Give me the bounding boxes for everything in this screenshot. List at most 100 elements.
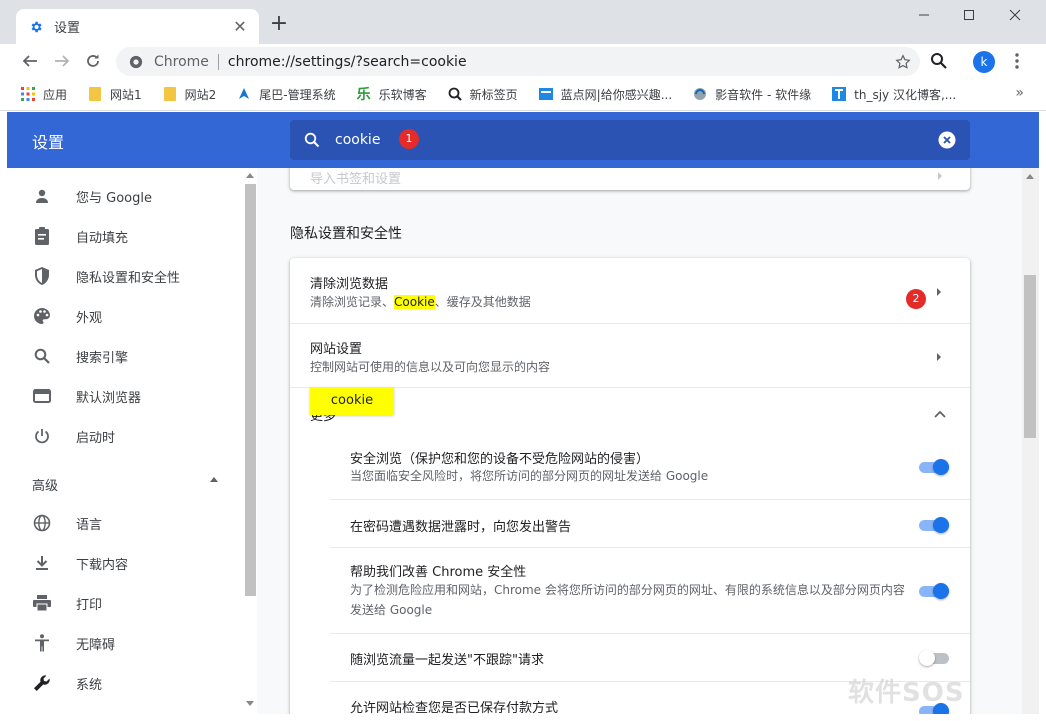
browser-icon <box>31 385 53 407</box>
window-border-left <box>0 111 7 721</box>
sidebar-item-privacy[interactable]: 隐私设置和安全性 <box>7 256 243 296</box>
clear-search-icon[interactable] <box>938 131 956 149</box>
reload-button[interactable] <box>80 48 106 74</box>
sidebar-item-label: 系统 <box>76 677 103 693</box>
sidebar-item-label: 下载内容 <box>76 557 129 573</box>
bookmark-site-landian[interactable]: 蓝点网|给你感兴趣... <box>538 86 672 103</box>
palette-icon <box>31 305 53 327</box>
menu-kebab-icon[interactable] <box>1004 48 1030 74</box>
row-title: 网站设置 <box>310 342 363 357</box>
sidebar-item-default-browser[interactable]: 默认浏览器 <box>7 376 243 416</box>
bookmark-folder-2[interactable]: 网站2 <box>162 86 217 103</box>
subrow-password-leak: 在密码遭遇数据泄露时，向您发出警告 <box>330 500 970 548</box>
row-site-settings[interactable]: 网站设置 控制网站可使用的信息以及可向您显示的内容 <box>290 324 970 388</box>
zoom-search-icon[interactable] <box>926 48 952 74</box>
bookmark-site-weiba[interactable]: 尾巴-管理系统 <box>236 86 336 103</box>
download-icon <box>31 552 53 574</box>
sidebar-item-appearance[interactable]: 外观 <box>7 296 243 336</box>
sidebar-item-languages[interactable]: 语言 <box>7 503 243 543</box>
sidebar-scrollbar[interactable] <box>243 168 257 714</box>
scroll-up-arrow-icon[interactable] <box>1026 174 1034 179</box>
sidebar-item-label: 语言 <box>76 517 103 533</box>
sidebar-item-label: 打印 <box>76 597 103 613</box>
toggle-knob <box>919 650 935 666</box>
browser-toolbar: Chrome chrome://settings/?search=cookie … <box>0 44 1046 78</box>
bookmark-site-leruan[interactable]: 乐 乐软博客 <box>356 86 427 103</box>
site-icon <box>692 86 708 102</box>
toggle-improve-security[interactable] <box>919 583 949 599</box>
chevron-right-icon <box>936 170 944 185</box>
bookmark-apps[interactable]: 应用 <box>20 86 67 103</box>
address-bar[interactable]: Chrome chrome://settings/?search=cookie <box>116 47 920 76</box>
sidebar-advanced-label: 高级 <box>32 479 59 494</box>
watermark: 软件SOS <box>848 678 965 708</box>
scheme-chip: Chrome <box>154 53 209 70</box>
sidebar-item-label: 搜索引擎 <box>76 350 129 366</box>
maximize-icon[interactable] <box>949 4 989 26</box>
bookmark-label: 网站1 <box>110 87 142 102</box>
row-title: 在密码遭遇数据泄露时，向您发出警告 <box>350 520 572 535</box>
main-scrollbar[interactable] <box>1022 168 1039 714</box>
sidebar-item-label: 无障碍 <box>76 637 116 653</box>
bookmark-label: 尾巴-管理系统 <box>259 87 336 102</box>
minimize-icon[interactable] <box>904 4 944 26</box>
settings-sidebar: 您与 Google 自动填充 隐私设置和安全性 外观 搜索引擎 默认浏览器 启动… <box>7 168 257 714</box>
site-icon <box>538 86 554 102</box>
bookmark-folder-1[interactable]: 网站1 <box>87 86 142 103</box>
window-border-bottom <box>0 714 1046 721</box>
row-subtitle: 清除浏览记录、Cookie、缓存及其他数据 <box>310 293 531 310</box>
settings-header: 设置 cookie 1 <box>7 112 1039 168</box>
sidebar-item-search-engine[interactable]: 搜索引擎 <box>7 336 243 376</box>
close-icon[interactable] <box>995 4 1035 26</box>
sidebar-item-label: 默认浏览器 <box>76 390 142 406</box>
sidebar-item-you-and-google[interactable]: 您与 Google <box>7 176 243 216</box>
bookmark-site-thsjy[interactable]: th_sjy 汉化博客,... <box>831 86 956 103</box>
back-button[interactable] <box>17 48 43 74</box>
caret-up-icon <box>210 477 218 482</box>
tab-close-icon[interactable]: ✕ <box>231 17 249 36</box>
site-icon: 乐 <box>356 87 371 103</box>
printer-icon <box>31 592 53 614</box>
toggle-do-not-track[interactable] <box>919 650 949 666</box>
sidebar-item-accessibility[interactable]: 无障碍 <box>7 623 243 663</box>
tab-settings[interactable]: 设置 ✕ <box>16 9 259 44</box>
search-icon <box>447 86 463 102</box>
toggle-password-leak[interactable] <box>919 517 949 533</box>
url-text[interactable]: chrome://settings/?search=cookie <box>228 54 890 70</box>
bookmark-site-yingyin[interactable]: 影音软件 - 软件缘 <box>692 86 811 103</box>
search-bubble: cookie <box>310 387 394 415</box>
tab-title: 设置 <box>54 21 81 36</box>
main-scroll-thumb[interactable] <box>1024 275 1036 438</box>
card-import[interactable]: 导入书签和设置 <box>290 168 970 190</box>
row-clear-browsing-data[interactable]: 清除浏览数据 清除浏览记录、Cookie、缓存及其他数据 2 <box>290 258 970 324</box>
bookmarks-overflow-icon[interactable]: » <box>1015 85 1024 101</box>
sidebar-item-system[interactable]: 系统 <box>7 663 243 703</box>
row-title: 允许网站检查您是否已保存付款方式 <box>350 701 559 714</box>
toggle-safe-browsing[interactable] <box>919 459 949 475</box>
search-icon <box>303 131 321 149</box>
sidebar-item-on-startup[interactable]: 启动时 <box>7 416 243 456</box>
bookmark-new-tab[interactable]: 新标签页 <box>447 86 518 103</box>
annotation-badge-2: 2 <box>906 289 926 309</box>
settings-search-input[interactable]: cookie 1 <box>290 120 970 160</box>
sidebar-item-label: 自动填充 <box>76 230 129 246</box>
chrome-icon <box>128 54 144 70</box>
sidebar-item-downloads[interactable]: 下载内容 <box>7 543 243 583</box>
annotation-badge-1: 1 <box>399 129 419 149</box>
sidebar-item-printing[interactable]: 打印 <box>7 583 243 623</box>
scroll-up-arrow-icon[interactable] <box>246 173 254 178</box>
bookmark-label: 网站2 <box>184 87 217 102</box>
sidebar-item-label: 您与 Google <box>76 190 152 206</box>
site-icon <box>831 86 847 102</box>
sidebar-scroll-thumb[interactable] <box>245 184 256 596</box>
profile-avatar[interactable]: k <box>973 51 995 73</box>
sidebar-advanced-toggle[interactable]: 高级 <box>7 463 243 503</box>
search-icon <box>31 345 53 367</box>
sidebar-item-autofill[interactable]: 自动填充 <box>7 216 243 256</box>
forward-button[interactable] <box>49 48 75 74</box>
new-tab-button[interactable]: + <box>268 13 290 36</box>
scroll-down-arrow-icon[interactable] <box>246 701 254 706</box>
section-title-privacy: 隐私设置和安全性 <box>290 226 402 242</box>
bookmark-star-icon[interactable] <box>890 49 916 75</box>
reload-icon <box>87 54 99 67</box>
